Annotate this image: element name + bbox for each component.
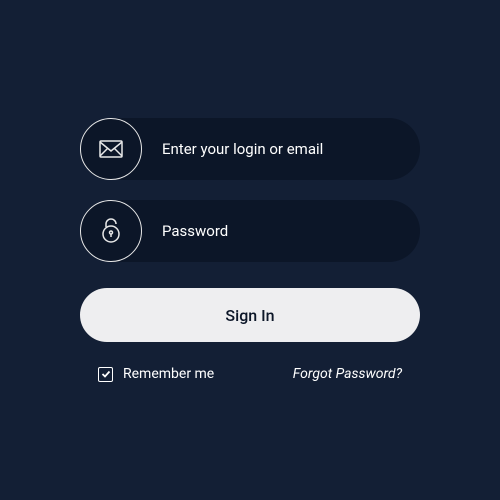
checkmark-icon [101,369,111,379]
login-form: Sign In Remember me Forgot Password? [80,118,420,382]
checkbox-box [98,367,113,382]
signin-button[interactable]: Sign In [80,288,420,342]
remember-me-checkbox[interactable]: Remember me [98,366,214,382]
form-footer: Remember me Forgot Password? [80,366,420,382]
password-input-group [80,200,420,262]
lock-icon [80,200,142,262]
login-input-group [80,118,420,180]
forgot-password-link[interactable]: Forgot Password? [293,366,402,382]
remember-label: Remember me [123,366,214,382]
password-input[interactable] [142,222,420,240]
email-icon [80,118,142,180]
login-input[interactable] [142,140,420,158]
